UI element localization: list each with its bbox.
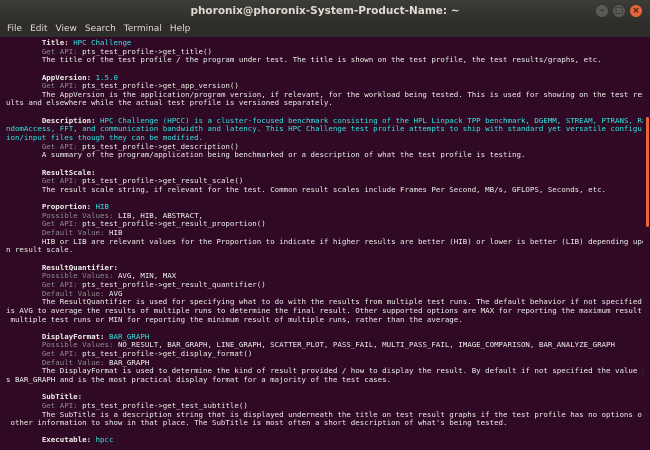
detail-text: pts_test_profile->get_display_format() (82, 349, 253, 359)
entry-value: ndomAccess, FFT, and communication bandw… (6, 124, 643, 134)
entry-detail-line: multiple test runs or MIN for reporting … (6, 314, 643, 325)
title-bar[interactable]: phoronix@phoronix-System-Product-Name: ~… (0, 0, 650, 22)
detail-text: multiple test runs or MIN for reporting … (6, 314, 463, 324)
detail-text: AVG (109, 288, 123, 298)
detail-label: Possible Values: (41, 271, 118, 281)
detail-label: Get API: (41, 349, 83, 359)
menu-edit[interactable]: Edit (30, 22, 47, 37)
detail-text: The title of the test profile / the prog… (41, 55, 602, 65)
detail-label: Get API: (41, 400, 83, 410)
detail-text: pts_test_profile->get_result_proportion(… (82, 219, 266, 229)
entry-key: AppVersion: (41, 72, 92, 82)
entry-key: ResultScale: (41, 167, 96, 177)
scrollbar[interactable] (643, 37, 650, 450)
detail-label: Default Value: (41, 288, 109, 298)
entry-value: HIB (95, 202, 110, 212)
menu-help[interactable]: Help (170, 22, 191, 37)
maximize-icon[interactable]: □ (613, 5, 625, 17)
entry-detail-line: other information to show in that place.… (6, 418, 643, 428)
detail-text: The AppVersion is the application/progra… (41, 89, 643, 99)
menu-file[interactable]: File (7, 22, 22, 37)
window-controls: – □ × (596, 5, 642, 17)
entry-value: hpcc (95, 435, 114, 445)
detail-text: pts_test_profile->get_app_version() (82, 81, 239, 91)
entry-detail-line: n result scale. (6, 246, 643, 255)
detail-text: The result scale string, if relevant for… (41, 184, 607, 194)
detail-text: pts_test_profile->get_title() (82, 46, 212, 56)
detail-text: pts_test_profile->get_result_quantifier(… (82, 279, 266, 289)
menu-search[interactable]: Search (85, 22, 116, 37)
detail-label: Default Value: (41, 228, 109, 238)
entry-value: ion/input files though they can be modif… (6, 133, 204, 143)
detail-text: HIB (109, 228, 123, 238)
detail-text: s BAR_GRAPH and is the most practical di… (6, 374, 392, 384)
detail-label: Possible Values: (41, 340, 118, 350)
detail-label: Get API: (41, 176, 83, 186)
entry-key: Executable: (41, 435, 92, 445)
detail-label: Get API: (41, 46, 83, 56)
detail-text: pts_test_profile->get_test_subtitle() (82, 400, 248, 410)
entry-detail-line: HIB or LIB are relevant values for the P… (6, 236, 643, 247)
detail-label: Get API: (41, 141, 83, 151)
entry-key: Description: (41, 115, 96, 125)
detail-text: n result scale. (6, 245, 74, 255)
detail-text: is AVG to average the results of multipl… (6, 305, 643, 315)
entry-detail-line: ults and elsewhere while the actual test… (6, 99, 643, 108)
menu-bar: File Edit View Search Terminal Help (0, 22, 650, 37)
entry-key: DisplayFormat: (41, 331, 105, 341)
terminal-output[interactable]: Title: HPC Challenge Get API: pts_test_p… (0, 37, 643, 450)
detail-label: Get API: (41, 219, 83, 229)
detail-text: pts_test_profile->get_description() (82, 141, 239, 151)
minimize-icon[interactable]: – (596, 5, 608, 17)
close-icon[interactable]: × (630, 5, 642, 17)
detail-text: The SubTitle is a description string tha… (41, 409, 643, 419)
detail-text: other information to show in that place.… (6, 418, 508, 428)
entry-key: ResultQuantifier: (41, 262, 118, 272)
scroll-thumb[interactable] (646, 117, 649, 227)
entry-key: SubTitle: (41, 392, 83, 402)
entry-value: HPC Challenge (HPCC) is a cluster-focuse… (100, 115, 643, 125)
detail-text: pts_test_profile->get_result_scale() (82, 176, 244, 186)
entry-value: BAR_GRAPH (109, 331, 150, 341)
detail-label: Possible Values: (41, 210, 118, 220)
entry-detail-line: The result scale string, if relevant for… (6, 184, 643, 195)
menu-view[interactable]: View (56, 22, 77, 37)
entry-detail-line: A summary of the program/application bei… (6, 151, 643, 160)
entry-key-line: Executable: hpcc (6, 436, 643, 445)
menu-terminal[interactable]: Terminal (124, 22, 162, 37)
detail-text: HIB or LIB are relevant values for the P… (41, 236, 643, 246)
entry-key: Title: (41, 38, 69, 47)
entry-value: HPC Challenge (73, 38, 132, 47)
detail-text: AVG, MIN, MAX (117, 271, 177, 281)
entry-detail-line: s BAR_GRAPH and is the most practical di… (6, 374, 643, 385)
entry-detail-line: The title of the test profile / the prog… (6, 55, 643, 65)
detail-text: BAR_GRAPH (109, 357, 150, 367)
detail-text: A summary of the program/application bei… (41, 150, 526, 160)
detail-text: NO_RESULT, BAR_GRAPH, LINE_GRAPH, SCATTE… (117, 340, 615, 350)
detail-text: The ResultQuantifier is used for specify… (41, 297, 642, 307)
entry-value: 1.5.0 (95, 72, 118, 82)
detail-text: LIB, HIB, ABSTRACT, (117, 210, 204, 220)
detail-label: Default Value: (41, 357, 109, 367)
detail-text: The DisplayFormat is used to determine t… (41, 366, 643, 376)
window-title: phoronix@phoronix-System-Product-Name: ~ (190, 5, 460, 17)
entry-key: Proportion: (41, 202, 92, 212)
detail-text: ults and elsewhere while the actual test… (6, 98, 333, 108)
detail-label: Get API: (41, 81, 83, 91)
detail-label: Get API: (41, 279, 83, 289)
terminal-window: phoronix@phoronix-System-Product-Name: ~… (0, 0, 650, 450)
